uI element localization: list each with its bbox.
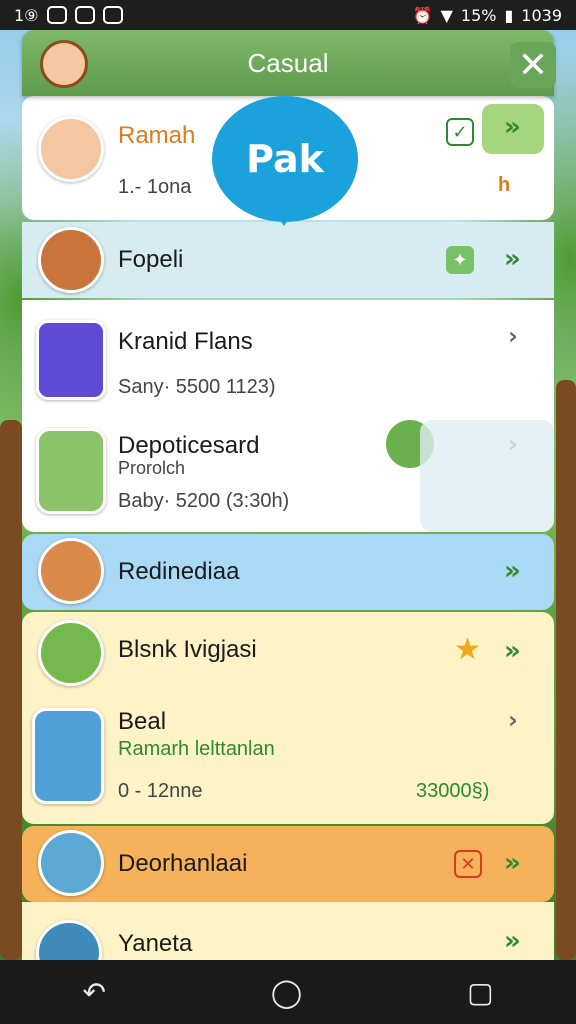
- gift-icon: ✦: [446, 246, 474, 274]
- battery-icon: ▮: [504, 5, 514, 25]
- notification-icon: [46, 6, 67, 24]
- list-item[interactable]: Kranid Flans Sany· 5500 1123) ›: [22, 300, 554, 420]
- overlay-panel: [420, 420, 554, 532]
- contact-name: Blsnk Ivigjasi: [118, 636, 257, 663]
- list-item[interactable]: Yaneta »: [22, 902, 554, 960]
- alarm-icon: ⏰: [412, 5, 433, 25]
- contact-name: Yaneta: [118, 930, 193, 957]
- avatar: [38, 227, 104, 293]
- arrow-right-icon[interactable]: »: [504, 244, 521, 274]
- close-icon: ✕: [517, 44, 549, 85]
- arrow-right-icon[interactable]: »: [504, 556, 521, 586]
- notification-icon: [74, 6, 95, 24]
- contact-name: Fopeli: [118, 246, 184, 273]
- chat-icon: [102, 6, 123, 24]
- arrow-right-icon: »: [504, 112, 521, 142]
- list-item[interactable]: Blsnk Ivigjasi ★ »: [22, 612, 554, 696]
- contact-sub: Baby· 5200 (3:30h): [118, 490, 290, 512]
- forward-button[interactable]: »: [482, 104, 544, 154]
- avatar[interactable]: [40, 40, 88, 88]
- bubble-text: Pak: [246, 137, 324, 181]
- header-bar: Casual ✕: [22, 30, 556, 96]
- contact-name: Redinediaa: [118, 558, 240, 585]
- avatar: [32, 708, 104, 804]
- back-button[interactable]: ↶: [82, 976, 105, 1009]
- contact-sub-secondary: Prorolch: [118, 458, 186, 478]
- home-button[interactable]: ◯: [271, 976, 302, 1009]
- status-left-text: 1⑨: [14, 5, 39, 25]
- status-bar: 1⑨ ⏰ ▼ 15% ▮ 1039: [0, 0, 576, 30]
- system-nav-bar: ↶ ◯ ▢: [0, 960, 576, 1024]
- tree-trunk-right: [556, 380, 576, 960]
- list-item[interactable]: Redinediaa »: [22, 534, 554, 610]
- avatar: [38, 116, 104, 182]
- recents-button[interactable]: ▢: [467, 976, 493, 1009]
- coin-value: 33000§): [416, 780, 490, 802]
- status-badge: h: [498, 174, 511, 196]
- contact-name: Depoticesard: [118, 432, 260, 459]
- list-item[interactable]: Depoticesard Prorolch Baby· 5200 (3:30h)…: [22, 420, 554, 532]
- avatar: [36, 920, 102, 960]
- page-title: Casual: [247, 47, 329, 78]
- speech-bubble: Pak: [212, 96, 358, 222]
- contact-name: Beal: [118, 708, 167, 735]
- avatar: [38, 620, 104, 686]
- contact-sub: 1.- 1ona: [118, 176, 192, 198]
- contact-sub: Sany· 5500 1123): [118, 376, 276, 398]
- contact-name: Ramah: [118, 122, 196, 149]
- speech-bubble-tail: [272, 208, 296, 226]
- tree-trunk-left: [0, 420, 22, 960]
- contact-name: Deorhanlaai: [118, 850, 248, 877]
- contact-name: Kranid Flans: [118, 328, 253, 355]
- clock: 1039: [521, 5, 562, 25]
- contact-sub-secondary: Ramarh lelttanlan: [118, 738, 275, 760]
- arrow-right-icon[interactable]: »: [504, 636, 521, 666]
- avatar: [38, 538, 104, 604]
- chevron-right-icon[interactable]: ›: [508, 322, 518, 350]
- wifi-icon: ▼: [440, 5, 453, 25]
- star-icon: ★: [454, 632, 481, 667]
- avatar: [36, 320, 106, 400]
- arrow-right-icon[interactable]: »: [504, 926, 521, 956]
- chevron-right-icon[interactable]: ›: [508, 706, 518, 734]
- list-item[interactable]: Beal Ramarh lelttanlan 0 - 12nne › 33000…: [22, 696, 554, 824]
- close-icon[interactable]: ✕: [454, 850, 482, 878]
- avatar: [36, 428, 106, 514]
- battery-percent: 15%: [460, 5, 497, 25]
- check-icon: ✓: [446, 118, 474, 146]
- contact-sub: 0 - 12nne: [118, 780, 203, 802]
- list-item[interactable]: Deorhanlaai ✕ »: [22, 826, 554, 902]
- list-item[interactable]: Fopeli ✦ »: [22, 222, 554, 298]
- close-button[interactable]: ✕: [510, 42, 556, 88]
- avatar: [38, 830, 104, 896]
- arrow-right-icon[interactable]: »: [504, 848, 521, 878]
